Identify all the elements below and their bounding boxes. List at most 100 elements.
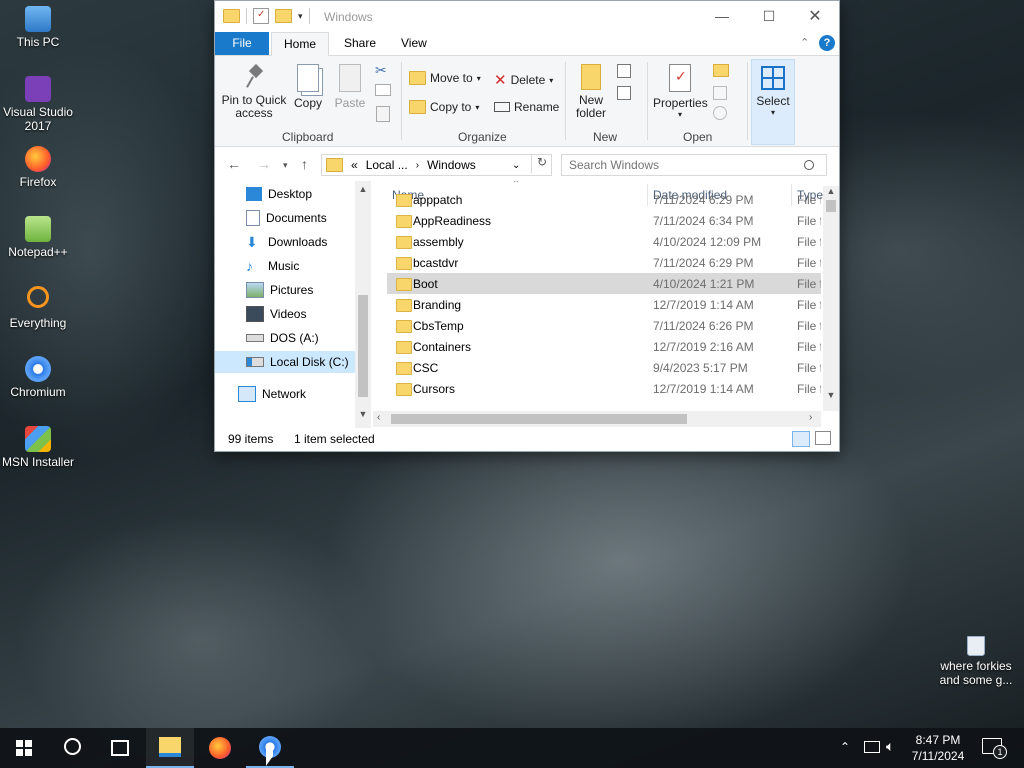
desktop-icon-this-pc[interactable]: This PC bbox=[0, 6, 76, 49]
documents-icon bbox=[246, 210, 260, 226]
address-dropdown-icon[interactable]: ⌄ bbox=[512, 160, 520, 171]
volume-muted-icon[interactable]: 🔈︎ bbox=[886, 738, 894, 755]
history-icon[interactable] bbox=[713, 106, 727, 120]
recent-locations-icon[interactable]: ▾ bbox=[283, 160, 288, 171]
minimize-button[interactable]: — bbox=[699, 1, 745, 31]
scroll-left-icon[interactable]: ‹ bbox=[377, 412, 380, 423]
scroll-thumb[interactable] bbox=[358, 295, 368, 397]
taskbar-firefox[interactable] bbox=[196, 728, 244, 768]
new-folder-qat-icon[interactable] bbox=[275, 9, 292, 23]
collapse-ribbon-icon[interactable]: ⌃ bbox=[800, 36, 809, 49]
tab-view[interactable]: View bbox=[389, 32, 439, 55]
file-row[interactable]: CbsTemp 7/11/2024 6:26 PM File f bbox=[387, 315, 821, 336]
details-view-icon[interactable] bbox=[792, 431, 810, 447]
edit-icon[interactable] bbox=[713, 86, 727, 100]
maximize-button[interactable]: ☐ bbox=[746, 1, 792, 31]
scroll-up-icon[interactable]: ▲ bbox=[355, 181, 371, 197]
nav-item-downloads[interactable]: ⬇ Downloads bbox=[215, 231, 355, 253]
title-bar[interactable]: ✓ ▾ Windows — ☐ ✕ bbox=[215, 1, 839, 32]
tab-share[interactable]: Share bbox=[332, 32, 388, 55]
close-button[interactable]: ✕ bbox=[792, 1, 838, 31]
nav-item-videos[interactable]: Videos bbox=[215, 303, 355, 325]
show-hidden-icons-icon[interactable]: ⌃ bbox=[840, 740, 850, 754]
new-folder-button[interactable]: New folder bbox=[571, 64, 611, 120]
up-icon[interactable]: ↑ bbox=[301, 156, 308, 172]
scroll-thumb[interactable] bbox=[826, 200, 836, 212]
task-view-button[interactable] bbox=[96, 728, 144, 768]
properties-button[interactable]: ✓ Properties ▾ bbox=[653, 64, 708, 119]
qat-dropdown-icon[interactable]: ▾ bbox=[298, 11, 303, 22]
copy-to-button[interactable]: Copy to ▾ bbox=[409, 100, 479, 114]
tab-home[interactable]: Home bbox=[271, 32, 330, 56]
address-bar[interactable]: « Local ... › Windows ⌄ bbox=[321, 154, 552, 176]
navigation-pane-scrollbar[interactable]: ▲ ▼ bbox=[355, 181, 371, 428]
nav-item-pictures[interactable]: Pictures bbox=[215, 279, 355, 301]
scroll-up-icon[interactable]: ▲ bbox=[823, 186, 839, 196]
select-button[interactable]: Select ▾ bbox=[751, 59, 795, 145]
cut-icon[interactable]: ✂ bbox=[375, 62, 387, 79]
new-item-icon[interactable] bbox=[617, 64, 631, 78]
file-row[interactable]: Branding 12/7/2019 1:14 AM File f bbox=[387, 294, 821, 315]
file-date: 12/7/2019 1:14 AM bbox=[653, 297, 754, 312]
file-row[interactable]: assembly 4/10/2024 12:09 PM File f bbox=[387, 231, 821, 252]
scroll-right-icon[interactable]: › bbox=[809, 412, 812, 423]
pin-to-quick-access-button[interactable]: Pin to Quick access bbox=[221, 63, 287, 120]
file-row[interactable]: CSC 9/4/2023 5:17 PM File f bbox=[387, 357, 821, 378]
start-button[interactable] bbox=[0, 728, 48, 768]
nav-item-local-disk[interactable]: Local Disk (C:) bbox=[215, 351, 355, 373]
nav-item-music[interactable]: ♪ Music bbox=[215, 255, 355, 277]
back-icon[interactable]: ← bbox=[227, 156, 241, 172]
horizontal-scroll-thumb[interactable] bbox=[391, 414, 687, 424]
scroll-down-icon[interactable]: ▼ bbox=[823, 390, 839, 400]
nav-item-dos-drive[interactable]: DOS (A:) bbox=[215, 327, 355, 349]
paste-shortcut-icon[interactable] bbox=[376, 106, 390, 122]
desktop-icon-notepadpp[interactable]: Notepad++ bbox=[0, 216, 76, 259]
easy-access-icon[interactable] bbox=[617, 86, 631, 100]
tab-file[interactable]: File bbox=[215, 32, 269, 55]
properties-qat-icon[interactable]: ✓ bbox=[253, 8, 269, 24]
refresh-icon[interactable]: ↻ bbox=[531, 155, 552, 173]
desktop-icon-msn-installer[interactable]: MSN Installer bbox=[0, 426, 76, 469]
desktop-icon-visual-studio[interactable]: Visual Studio 2017 bbox=[0, 76, 76, 133]
nav-item-network[interactable]: Network bbox=[215, 383, 355, 405]
network-status-icon[interactable] bbox=[864, 741, 880, 753]
help-icon[interactable]: ? bbox=[819, 35, 835, 51]
nav-item-documents[interactable]: Documents bbox=[215, 207, 355, 229]
move-to-button[interactable]: Move to ▾ bbox=[409, 71, 481, 85]
search-input[interactable] bbox=[562, 157, 799, 173]
properties-icon: ✓ bbox=[669, 64, 691, 92]
search-button[interactable] bbox=[48, 728, 96, 768]
file-row[interactable]: bcastdvr 7/11/2024 6:29 PM File f bbox=[387, 252, 821, 273]
file-row[interactable]: apppatch 7/11/2024 6:29 PM File f bbox=[387, 189, 821, 210]
desktop-icon-chromium[interactable]: Chromium bbox=[0, 356, 76, 399]
breadcrumb-local-disk[interactable]: Local ... bbox=[366, 158, 408, 172]
file-explorer-window: ✓ ▾ Windows — ☐ ✕ File Home Share View ⌃… bbox=[214, 0, 840, 452]
file-row[interactable]: Boot 4/10/2024 1:21 PM File f bbox=[387, 273, 821, 294]
search-box[interactable] bbox=[561, 154, 827, 176]
paste-button[interactable]: Paste bbox=[333, 64, 367, 110]
file-row[interactable]: AppReadiness 7/11/2024 6:34 PM File f bbox=[387, 210, 821, 231]
group-clipboard-label: Clipboard bbox=[282, 130, 334, 144]
file-row[interactable]: Containers 12/7/2019 2:16 AM File f bbox=[387, 336, 821, 357]
copy-to-icon bbox=[409, 100, 426, 114]
action-center-button[interactable]: 1 bbox=[982, 738, 1007, 759]
forward-icon[interactable]: → bbox=[257, 156, 271, 172]
desktop-icon-firefox[interactable]: Firefox bbox=[0, 146, 76, 189]
taskbar-file-explorer[interactable] bbox=[146, 728, 194, 768]
copy-path-icon[interactable] bbox=[375, 84, 391, 96]
copy-button[interactable]: Copy bbox=[291, 64, 325, 110]
file-row[interactable]: Cursors 12/7/2019 1:14 AM File f bbox=[387, 378, 821, 399]
file-list-horizontal-scrollbar[interactable]: ‹ › bbox=[373, 411, 821, 427]
open-icon[interactable] bbox=[713, 64, 729, 77]
large-icons-view-icon[interactable] bbox=[815, 431, 831, 445]
file-list-scrollbar[interactable]: ▲ ▼ bbox=[823, 186, 839, 411]
breadcrumb-windows[interactable]: Windows bbox=[427, 158, 476, 172]
delete-button[interactable]: ✕ Delete ▾ bbox=[494, 71, 553, 89]
clock[interactable]: 8:47 PM 7/11/2024 bbox=[906, 732, 970, 764]
rename-button[interactable]: Rename bbox=[494, 100, 559, 114]
scroll-down-icon[interactable]: ▼ bbox=[355, 409, 371, 419]
desktop-icon-recycle-bin[interactable]: where forkies and some g... bbox=[936, 636, 1016, 687]
nav-item-desktop[interactable]: Desktop bbox=[215, 183, 355, 205]
desktop-icon-everything[interactable]: Everything bbox=[0, 286, 76, 330]
file-name: Cursors bbox=[413, 381, 456, 396]
